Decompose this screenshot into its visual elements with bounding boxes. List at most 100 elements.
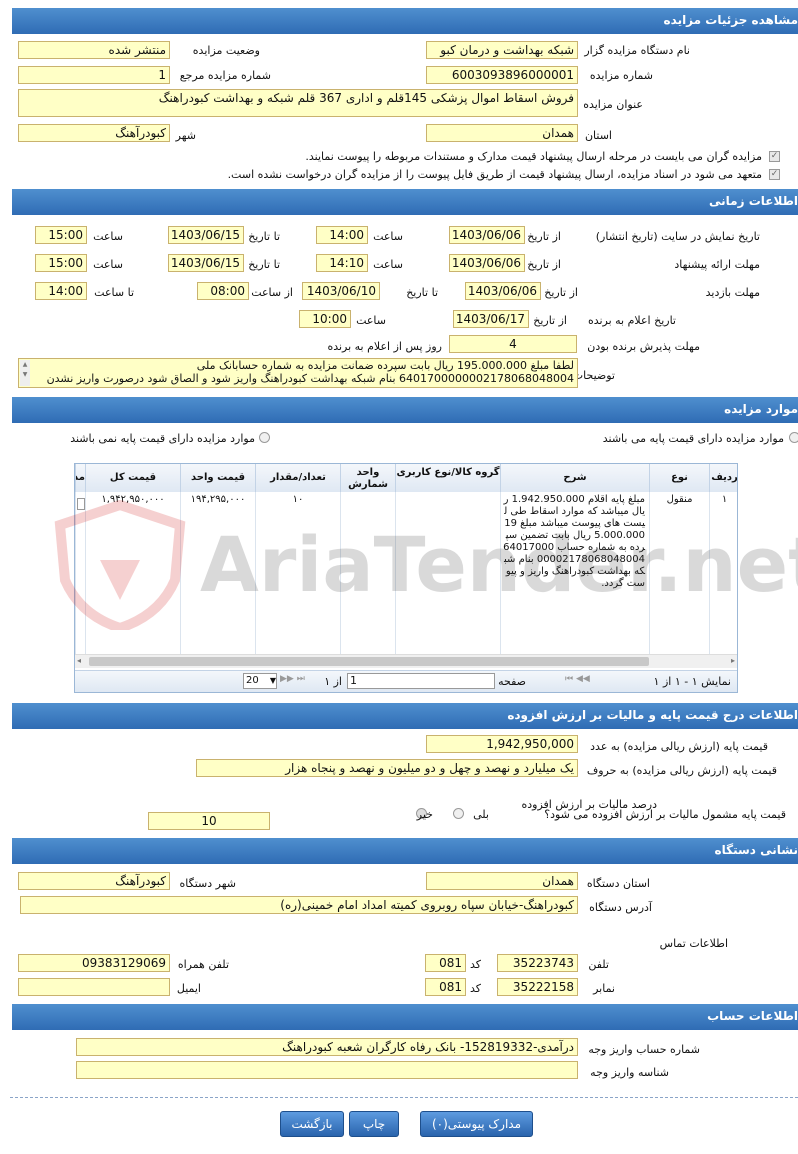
grid-pager: نمایش ۱ - ۱ از ۱ ⏮ ◀◀ صفحه 1 از ۱ ▶▶ ⏭ 2… <box>75 670 737 692</box>
org-label: نام دستگاه مزایده گزار <box>584 44 690 57</box>
section-title: اطلاعات زمانی <box>709 194 798 208</box>
horizontal-scrollbar[interactable]: ◂ ▸ <box>75 654 737 668</box>
visit-from-time[interactable]: 08:00 <box>197 282 249 300</box>
row-select-box[interactable] <box>76 498 85 510</box>
code-label: کد <box>469 958 481 971</box>
city-field[interactable]: کبودرآهنگ <box>18 124 170 142</box>
mobile-label: تلفن همراه <box>177 958 229 971</box>
offer-to-date[interactable]: 1403/06/15 <box>168 254 244 272</box>
offer-from-time[interactable]: 14:10 <box>316 254 368 272</box>
from-date-label: از تاریخ <box>544 286 578 299</box>
scroll-right-icon[interactable]: ▸ <box>731 656 735 665</box>
base-text-label: قیمت پایه (ارزش ریالی مزایده) به حروف <box>586 764 777 777</box>
cell-group <box>395 492 500 654</box>
pager-first-prev-icon[interactable]: ⏮ ◀◀ <box>565 674 590 684</box>
description-label: توضیحات <box>572 369 615 382</box>
hour-label: ساعت <box>373 258 403 271</box>
phone-field[interactable]: 35223743 <box>497 954 578 972</box>
ref-field[interactable]: 1 <box>18 66 170 84</box>
base-price-num[interactable]: 1,942,950,000 <box>426 735 578 753</box>
from-hour-label: از ساعت <box>251 286 293 299</box>
no-base-label: موارد مزایده دارای قیمت پایه نمی باشند <box>70 432 255 445</box>
col-header-unit-price: قیمت واحد <box>180 464 255 492</box>
offer-deadline-label: مهلت ارائه پیشنهاد <box>674 258 760 271</box>
back-button[interactable]: بازگشت <box>280 1111 344 1137</box>
fax-field[interactable]: 35222158 <box>497 978 578 996</box>
vat-pct-field[interactable]: 10 <box>148 812 270 830</box>
offer-from-date[interactable]: 1403/06/06 <box>449 254 525 272</box>
status-label: وضعیت مزایده <box>192 44 260 57</box>
scroll-left-icon[interactable]: ◂ <box>77 656 81 665</box>
org-province-field[interactable]: همدان <box>426 872 578 890</box>
section-title: اطلاعات حساب <box>707 1009 798 1023</box>
print-button[interactable]: چاپ <box>349 1111 399 1137</box>
description-textarea[interactable]: لطفا مبلغ 195.000.000 ریال بابت سپرده ضم… <box>18 358 578 388</box>
visit-to-time[interactable]: 14:00 <box>35 282 87 300</box>
radio-vat-yes[interactable] <box>453 808 464 819</box>
number-label: شماره مزایده <box>589 69 653 82</box>
commit-checkbox[interactable]: ✓ <box>769 169 780 180</box>
pager-next-last-icon[interactable]: ▶▶ ⏭ <box>280 674 305 684</box>
contact-info-label: اطلاعات تماس <box>659 937 728 950</box>
to-date-label: تا تاریخ <box>248 230 280 243</box>
code-label: کد <box>469 982 481 995</box>
accept-days-field[interactable]: 4 <box>449 335 577 353</box>
col-header-group: گروه کالا/نوع کاربری <box>395 464 500 492</box>
title-field[interactable]: فروش اسقاط اموال پزشکی 145قلم و اداری 36… <box>18 89 578 117</box>
section-header-price: اطلاعات درج قیمت پایه و مالیات بر ارزش ا… <box>12 703 798 729</box>
cell-type: منقول <box>649 492 709 654</box>
col-header-desc: شرح <box>500 464 649 492</box>
org-city-field[interactable]: کبودرآهنگ <box>18 872 170 890</box>
phone-code-field[interactable]: 081 <box>425 954 466 972</box>
visit-from-date[interactable]: 1403/06/06 <box>465 282 541 300</box>
attach-docs-checkbox[interactable]: ✓ <box>769 151 780 162</box>
display-from-date[interactable]: 1403/06/06 <box>449 226 525 244</box>
col-header-unit: واحد شمارش <box>340 464 395 492</box>
has-base-label: موارد مزایده دارای قیمت پایه می باشند <box>602 432 784 445</box>
attachments-button[interactable]: مدارک پیوستی(۰) <box>420 1111 533 1137</box>
payment-id-field[interactable] <box>76 1061 578 1079</box>
display-to-time[interactable]: 15:00 <box>35 226 87 244</box>
cell-index: ۱ <box>709 492 737 654</box>
from-date-label: از تاریخ <box>527 230 561 243</box>
email-field[interactable] <box>18 978 170 996</box>
col-header-total: قیمت کل <box>85 464 180 492</box>
org-field[interactable]: شبکه بهداشت و درمان کبو <box>426 41 578 59</box>
org-address-field[interactable]: کبودراهنگ-خیابان سپاه روبروی کمیته امداد… <box>20 896 578 914</box>
announce-time[interactable]: 10:00 <box>299 310 351 328</box>
number-field[interactable]: 6003093896000001 <box>426 66 578 84</box>
visit-to-date[interactable]: 1403/06/10 <box>302 282 380 300</box>
province-field[interactable]: همدان <box>426 124 578 142</box>
accept-label: مهلت پذیرش برنده بودن <box>587 340 700 353</box>
account-number-field[interactable]: درآمدی-152819332- بانک رفاه کارگران شعبه… <box>76 1038 578 1056</box>
col-header-more: مد <box>75 464 85 492</box>
pager-page-input[interactable]: 1 <box>347 673 495 689</box>
province-label: استان <box>584 129 612 142</box>
section-header-time: اطلاعات زمانی <box>12 189 798 215</box>
chevron-down-icon: ▼ <box>269 676 276 685</box>
mobile-field[interactable]: 09383129069 <box>18 954 170 972</box>
radio-has-base-price[interactable] <box>789 432 798 443</box>
radio-no-base-price[interactable] <box>259 432 270 443</box>
announce-date[interactable]: 1403/06/17 <box>453 310 529 328</box>
page-size-select[interactable]: 20 ▼ <box>243 673 277 689</box>
payment-id-label: شناسه واریز وجه <box>590 1066 669 1079</box>
fax-code-field[interactable]: 081 <box>425 978 466 996</box>
display-to-date[interactable]: 1403/06/15 <box>168 226 244 244</box>
visit-deadline-label: مهلت بازدید <box>705 286 760 299</box>
cell-qty: ۱۰ <box>255 492 340 654</box>
to-hour-label: تا ساعت <box>94 286 134 299</box>
offer-to-time[interactable]: 15:00 <box>35 254 87 272</box>
section-header-account: اطلاعات حساب <box>12 1004 798 1030</box>
vat-yes-label: بلی <box>473 808 489 821</box>
to-date-label: تا تاریخ <box>248 258 280 271</box>
scrollbar[interactable]: ▲ ▼ <box>20 360 30 386</box>
status-field[interactable]: منتشر شده <box>18 41 170 59</box>
section-title: مشاهده جزئیات مزایده <box>663 13 798 27</box>
section-header-details: مشاهده جزئیات مزایده <box>12 8 798 34</box>
attach-docs-label: مزایده گران می بایست در مرحله ارسال پیشن… <box>305 150 762 163</box>
scrollbar-thumb[interactable] <box>89 657 649 666</box>
col-header-type: نوع <box>649 464 709 492</box>
base-price-text[interactable]: یک میلیارد و نهصد و چهل و دو میلیون و نه… <box>196 759 578 777</box>
display-from-time[interactable]: 14:00 <box>316 226 368 244</box>
